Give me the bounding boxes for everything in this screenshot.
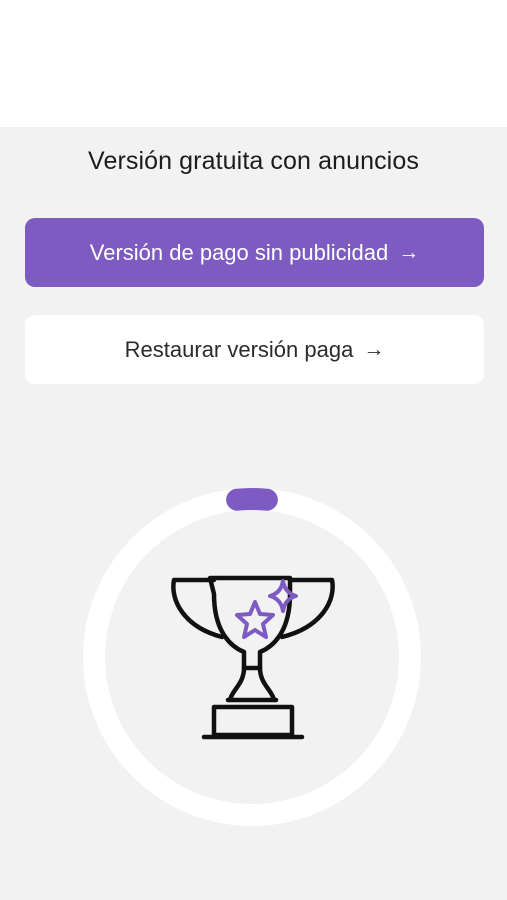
progress-ring-svg: [83, 488, 421, 826]
version-status-title: Versión gratuita con anuncios: [88, 147, 419, 175]
progress-ring-track: [83, 488, 421, 826]
arrow-right-icon: →: [363, 337, 385, 361]
arrow-right-icon: →: [398, 240, 420, 264]
trophy-progress-ring: [82, 487, 422, 827]
paid-version-label: Versión de pago sin publicidad: [89, 239, 389, 265]
restore-purchase-label: Restaurar versión paga: [124, 336, 354, 362]
paid-version-button[interactable]: Versión de pago sin publicidad →: [25, 218, 484, 287]
main-content: Versión gratuita con anuncios Versión de…: [0, 127, 507, 900]
progress-ring-fill: [226, 488, 278, 511]
top-bar: [0, 0, 507, 127]
restore-purchase-button[interactable]: Restaurar versión paga →: [25, 315, 484, 384]
star-icon: [235, 600, 275, 639]
